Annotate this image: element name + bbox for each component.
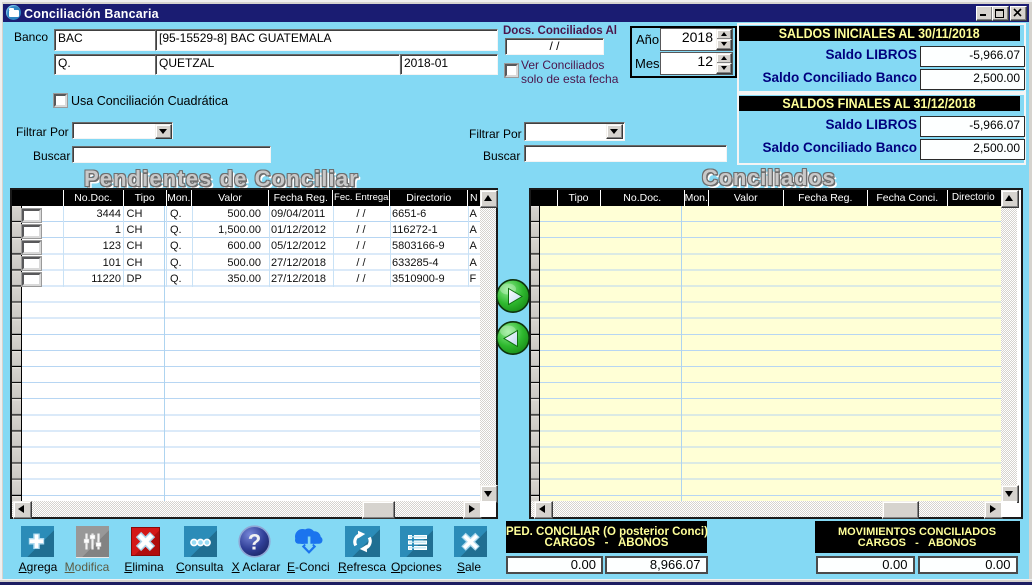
- svg-text:?: ?: [248, 530, 261, 555]
